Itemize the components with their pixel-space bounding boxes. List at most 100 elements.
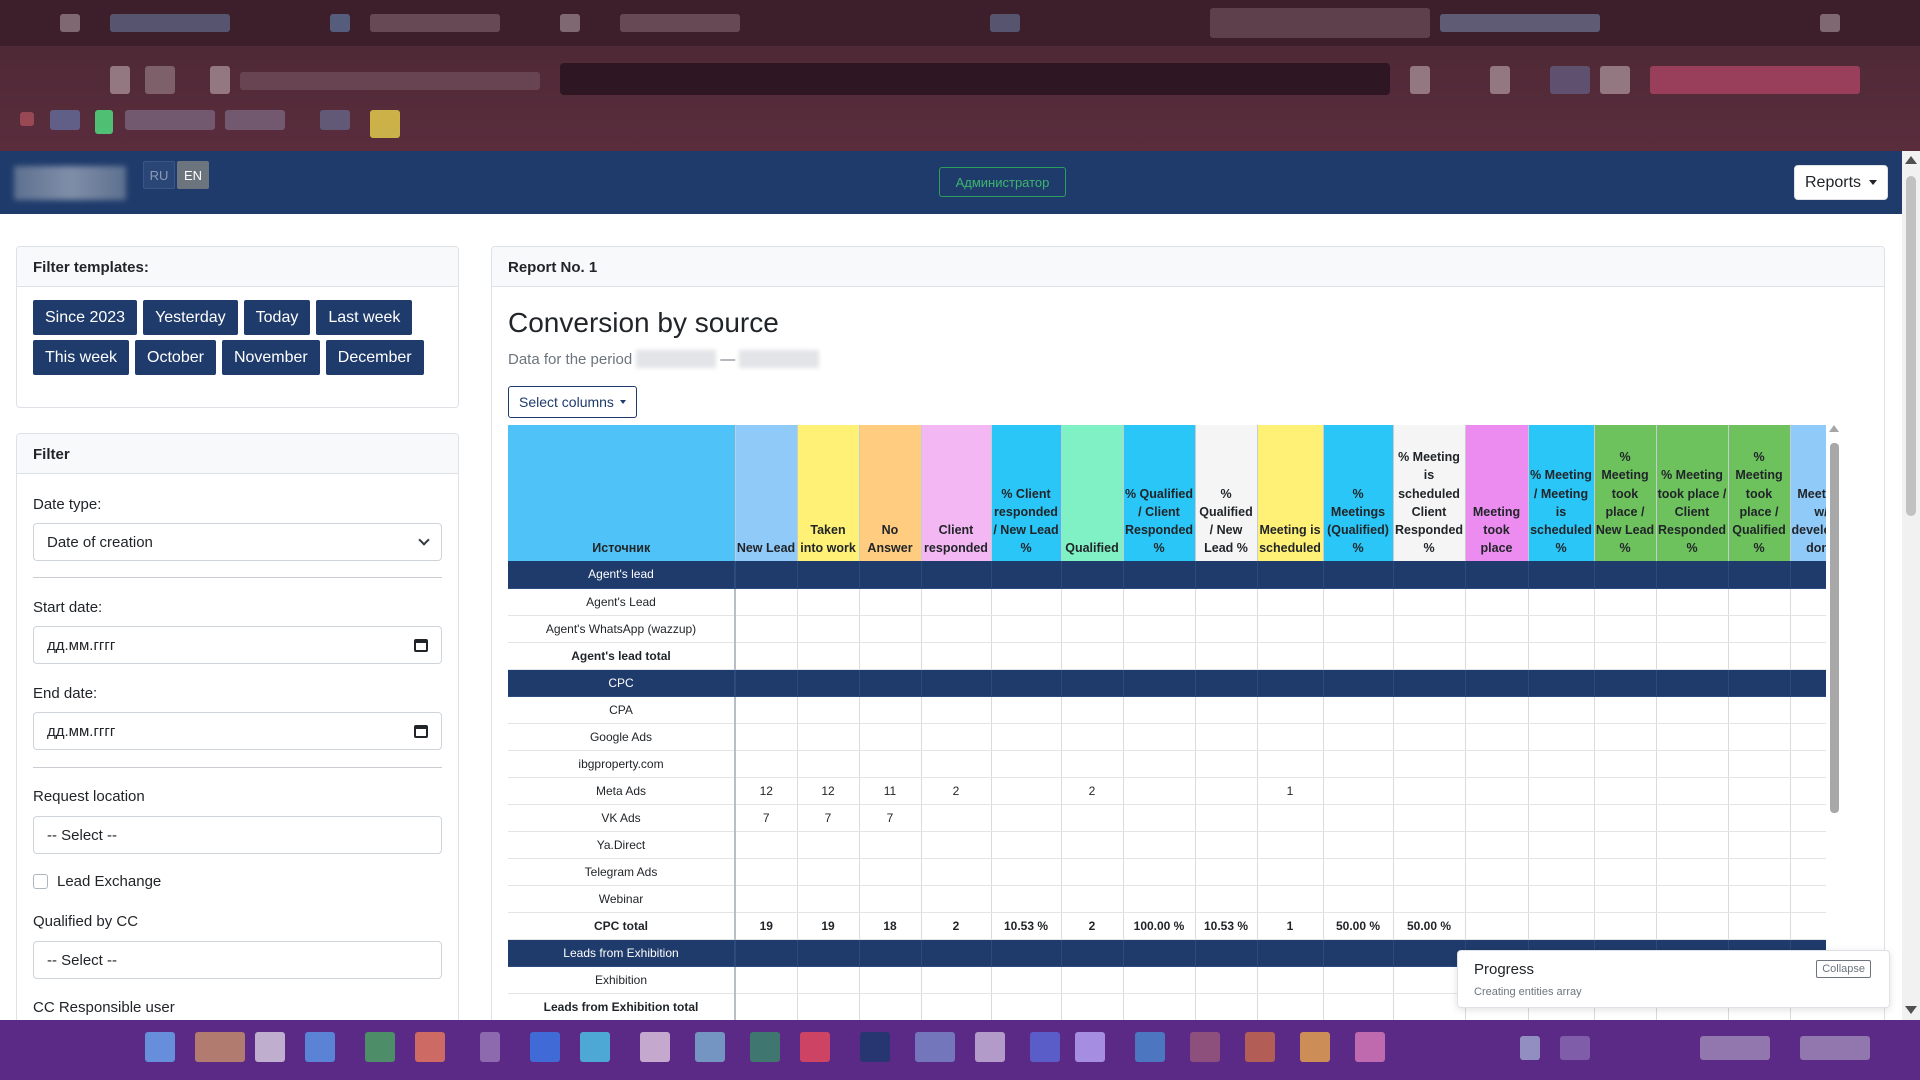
table-cell: [1656, 804, 1729, 832]
column-header[interactable]: % Qualified / Client Responded %: [1123, 425, 1196, 561]
column-header[interactable]: Источник: [508, 425, 736, 561]
column-header[interactable]: New Lead: [735, 425, 798, 561]
column-header[interactable]: No Answer: [859, 425, 922, 561]
template-button[interactable]: December: [325, 340, 424, 375]
scroll-up-arrow-icon[interactable]: [1829, 425, 1839, 432]
date-type-select[interactable]: Date of creation: [33, 523, 442, 561]
qualified-by-cc-select[interactable]: -- Select --: [33, 941, 442, 979]
table-cell: [1528, 669, 1595, 697]
scroll-down-arrow-icon[interactable]: [1905, 1006, 1917, 1014]
scroll-up-arrow-icon[interactable]: [1905, 156, 1917, 164]
select-columns-button[interactable]: Select columns: [508, 386, 637, 418]
column-header[interactable]: Meeting is scheduled: [1257, 425, 1324, 561]
table-cell: [1465, 669, 1529, 697]
table-cell: [735, 993, 798, 1021]
column-header[interactable]: % Meeting is scheduled Client Responded …: [1393, 425, 1466, 561]
page-scrollbar-thumb[interactable]: [1906, 176, 1916, 516]
column-header[interactable]: Meeting took place: [1465, 425, 1529, 561]
template-button[interactable]: Yesterday: [143, 300, 238, 335]
table-cell: [859, 615, 922, 643]
report-table-container[interactable]: Источник New Lead Taken into work No Answer…: [508, 425, 1826, 1035]
table-cell: [1393, 561, 1466, 589]
column-header[interactable]: % Meeting took place / New Lead %: [1594, 425, 1657, 561]
table-cell: [991, 642, 1062, 670]
calendar-icon[interactable]: [414, 724, 428, 738]
lead-exchange-label[interactable]: Lead Exchange: [57, 873, 161, 890]
table-cell: [1728, 588, 1791, 616]
table-cell: [1393, 966, 1466, 994]
table-cell: [1790, 561, 1826, 589]
column-header[interactable]: % Client responded / New Lead %: [991, 425, 1062, 561]
column-header[interactable]: % Meetings (Qualified) %: [1323, 425, 1394, 561]
table-cell: [1195, 939, 1258, 967]
table-scrollbar[interactable]: [1827, 425, 1841, 1035]
table-cell: [921, 858, 992, 886]
column-header[interactable]: % Qualified / New Lead %: [1195, 425, 1258, 561]
table-cell: [1594, 912, 1657, 940]
column-header[interactable]: Taken into work: [797, 425, 860, 561]
source-cell: Agent's lead total: [508, 642, 736, 670]
lang-ru-button[interactable]: RU: [143, 161, 175, 189]
lang-en-button[interactable]: EN: [177, 161, 209, 189]
report-header: Report No. 1: [492, 247, 1884, 287]
table-cell: [1123, 561, 1196, 589]
table-cell: [1195, 615, 1258, 643]
progress-subtitle: Creating entities array: [1474, 986, 1582, 998]
table-cell: [1123, 696, 1196, 724]
admin-button[interactable]: Администратор: [939, 167, 1066, 197]
template-button[interactable]: November: [221, 340, 320, 375]
table-cell: [1393, 588, 1466, 616]
table-row: Webinar: [508, 885, 1826, 913]
table-cell: [735, 723, 798, 751]
table-cell: 7: [797, 804, 860, 832]
collapse-button[interactable]: Collapse: [1816, 960, 1871, 978]
browser-chrome: [0, 0, 1920, 151]
table-scrollbar-thumb[interactable]: [1830, 443, 1839, 813]
table-cell: [1790, 642, 1826, 670]
table-cell: [1323, 831, 1394, 859]
table-cell: [1257, 858, 1324, 886]
column-header[interactable]: Client responded: [921, 425, 992, 561]
brand-logo: [14, 166, 126, 200]
start-date-input[interactable]: дд.мм.гггг: [33, 626, 442, 664]
table-cell: [1123, 885, 1196, 913]
end-date-input[interactable]: дд.мм.гггг: [33, 712, 442, 750]
request-location-select[interactable]: -- Select --: [33, 816, 442, 854]
table-cell: 50.00 %: [1323, 912, 1394, 940]
table-cell: [1061, 885, 1124, 913]
table-cell: [1790, 912, 1826, 940]
column-header[interactable]: % Meeting took place / Client Responded …: [1656, 425, 1729, 561]
table-cell: [797, 669, 860, 697]
table-cell: [859, 723, 922, 751]
reports-dropdown-button[interactable]: Reports: [1794, 165, 1888, 200]
progress-title: Progress: [1474, 961, 1535, 978]
template-button[interactable]: October: [135, 340, 216, 375]
table-cell: 1: [1257, 912, 1324, 940]
lead-exchange-checkbox[interactable]: [33, 874, 48, 889]
template-button[interactable]: Last week: [316, 300, 413, 335]
template-button[interactable]: Today: [243, 300, 311, 335]
table-cell: [1061, 615, 1124, 643]
calendar-icon[interactable]: [414, 638, 428, 652]
table-cell: [1061, 723, 1124, 751]
table-cell: [735, 642, 798, 670]
source-cell: Webinar: [508, 885, 736, 913]
table-cell: [921, 966, 992, 994]
table-cell: [1195, 642, 1258, 670]
source-cell: Ya.Direct: [508, 831, 736, 859]
table-cell: [1465, 912, 1529, 940]
column-header[interactable]: % Meeting took place / Qualified %: [1728, 425, 1791, 561]
source-cell: Leads from Exhibition total: [508, 993, 736, 1021]
source-cell: Meta Ads: [508, 777, 736, 805]
table-cell: [1594, 831, 1657, 859]
table-cell: [1465, 885, 1529, 913]
table-cell: [735, 561, 798, 589]
table-cell: [1594, 696, 1657, 724]
table-cell: [1594, 804, 1657, 832]
column-header[interactable]: % Meeting / Meeting is scheduled %: [1528, 425, 1595, 561]
table-cell: [1393, 777, 1466, 805]
template-button[interactable]: This week: [33, 340, 130, 375]
template-button[interactable]: Since 2023: [33, 300, 138, 335]
column-header[interactable]: Qualified: [1061, 425, 1124, 561]
column-header[interactable]: Meeting w/ developer done: [1790, 425, 1826, 561]
